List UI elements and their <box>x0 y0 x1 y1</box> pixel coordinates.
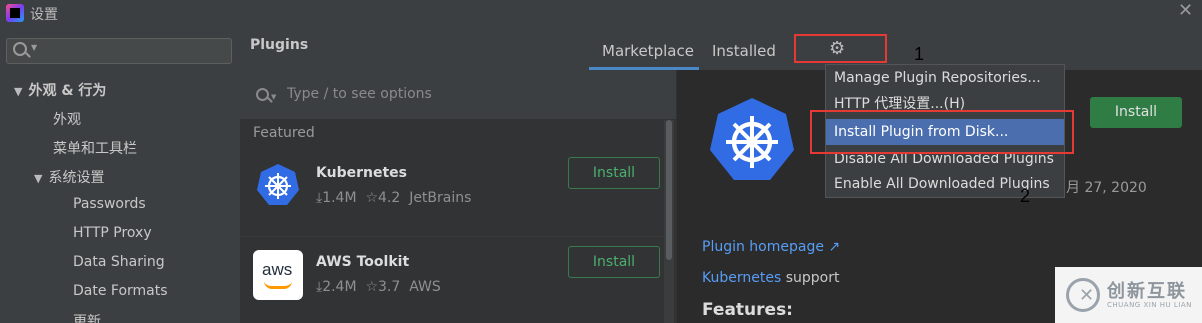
plugin-meta: ⤓1.4M ☆4.2 JetBrains <box>316 190 471 206</box>
app-logo-icon <box>6 4 24 22</box>
watermark-subtext: CHUANG XIN HU LIAN <box>1107 301 1192 309</box>
sidebar-item-appearance-behavior[interactable]: ▼ 外观 & 行为 <box>14 80 106 100</box>
expand-arrow-icon: ▼ <box>14 85 23 98</box>
aws-smile-icon <box>264 281 292 289</box>
plugin-date: 月 27, 2020 <box>1066 180 1147 196</box>
plugin-homepage-link[interactable]: Plugin homepage ↗ <box>702 239 840 255</box>
page-title: Plugins <box>250 37 309 53</box>
aws-logo-text: aws <box>262 260 293 279</box>
plugin-description: Kubernetes support <box>702 270 839 286</box>
details-install-button[interactable]: Install <box>1090 97 1182 128</box>
watermark-text: 创新互联 <box>1107 281 1187 302</box>
plugin-search-placeholder: Type / to see options <box>287 86 432 102</box>
sidebar-item-date-formats[interactable]: Date Formats <box>73 283 168 299</box>
search-icon <box>256 88 269 101</box>
kubernetes-logo-icon <box>257 164 299 205</box>
install-button[interactable]: Install <box>568 157 660 189</box>
plugin-rating: 3.7 <box>378 279 401 295</box>
watermark-logo: ✕ 创新互联 CHUANG XIN HU LIAN <box>1055 267 1202 323</box>
kubernetes-logo-icon <box>710 98 794 180</box>
aws-logo-icon: aws <box>253 250 303 300</box>
settings-search-input[interactable]: ▼ <box>6 38 232 64</box>
description-text: support <box>781 270 840 286</box>
search-icon <box>13 42 27 56</box>
features-heading: Features: <box>702 300 793 320</box>
watermark-circle-icon: ✕ <box>1066 278 1100 312</box>
description-link[interactable]: Kubernetes <box>702 270 781 286</box>
window-title: 设置 <box>30 7 58 23</box>
menu-item-manage-repositories[interactable]: Manage Plugin Repositories... <box>826 65 1064 91</box>
plugin-vendor: AWS <box>409 279 441 295</box>
plugin-vendor: JetBrains <box>409 190 472 206</box>
sidebar-item-menus-toolbars[interactable]: 菜单和工具栏 <box>53 138 137 158</box>
plugin-downloads: 1.4M <box>322 190 357 206</box>
sidebar-item-passwords[interactable]: Passwords <box>73 196 146 212</box>
star-icon: ☆ <box>365 279 379 295</box>
tab-installed[interactable]: Installed <box>712 42 776 60</box>
highlight-box-gear <box>794 34 887 63</box>
plugin-meta: ⤓2.4M ☆3.7 AWS <box>316 279 441 295</box>
scrollbar-thumb[interactable] <box>666 120 672 260</box>
install-button[interactable]: Install <box>568 246 660 278</box>
expand-arrow-icon: ▼ <box>34 172 43 185</box>
sidebar-item-updates[interactable]: 更新 <box>73 311 101 323</box>
dropdown-caret-icon: ▼ <box>31 43 38 52</box>
tab-marketplace[interactable]: Marketplace <box>602 42 694 60</box>
annotation-number-2: 2 <box>1020 186 1031 206</box>
sidebar-item-label: 系统设置 <box>48 170 105 186</box>
title-bar <box>0 0 1202 26</box>
close-icon[interactable]: ✕ <box>1178 0 1193 21</box>
sidebar-item-http-proxy[interactable]: HTTP Proxy <box>73 225 152 241</box>
sidebar-item-label: 外观 & 行为 <box>28 83 107 99</box>
sidebar-item-data-sharing[interactable]: Data Sharing <box>73 254 165 270</box>
sidebar-item-appearance[interactable]: 外观 <box>53 109 81 129</box>
annotation-number-1: 1 <box>914 44 925 64</box>
sidebar-item-system-settings[interactable]: ▼ 系统设置 <box>34 167 104 187</box>
plugin-name: AWS Toolkit <box>316 254 410 270</box>
plugin-name: Kubernetes <box>316 165 407 181</box>
star-icon: ☆ <box>365 190 379 206</box>
highlight-box-install-from-disk <box>810 110 1074 154</box>
plugin-rating: 4.2 <box>378 190 401 206</box>
dropdown-caret-icon: ▼ <box>271 93 277 101</box>
plugin-downloads: 2.4M <box>322 279 357 295</box>
section-label-featured: Featured <box>253 125 315 141</box>
